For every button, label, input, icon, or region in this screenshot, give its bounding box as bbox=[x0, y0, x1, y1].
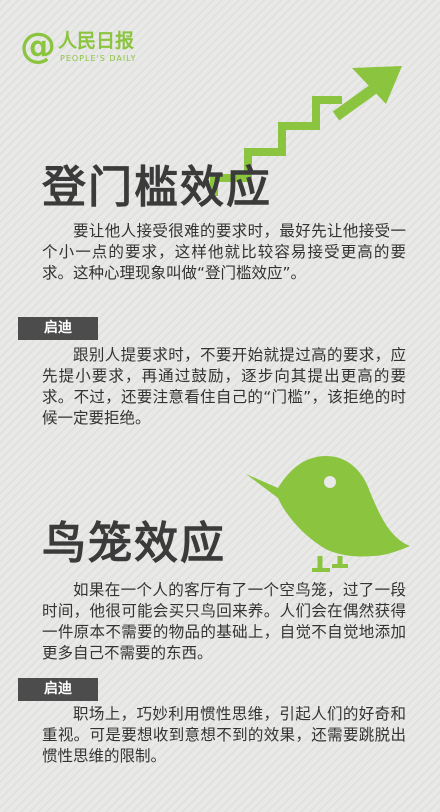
section2-description: 如果在一个人的客厅有了一个空鸟笼，过了一段时间，他很可能会买只鸟回来养。人们会在… bbox=[42, 581, 406, 662]
section2-tip-text: 职场上，巧妙利用惯性思维，引起人们的好奇和重视。可是要想收到意想不到的效果，还需… bbox=[42, 705, 406, 765]
section2-title: 鸟笼效应 bbox=[42, 518, 226, 569]
section2-tip-badge: 启迪 bbox=[18, 678, 98, 701]
